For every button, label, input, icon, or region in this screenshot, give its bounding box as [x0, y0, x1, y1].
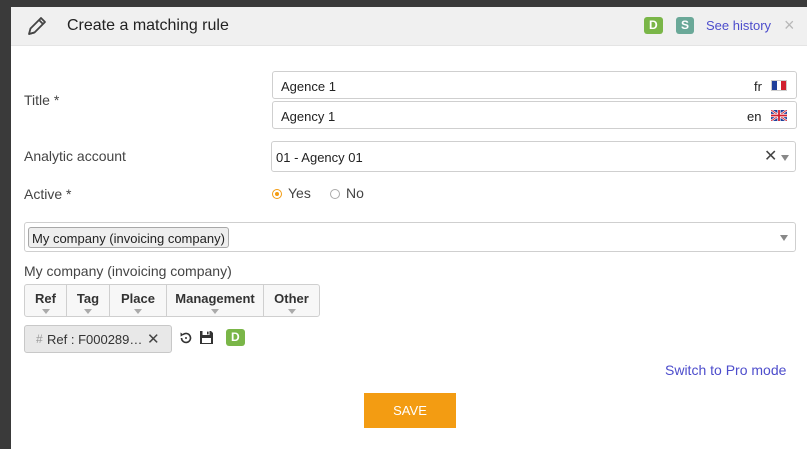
- remove-icon[interactable]: ✕: [147, 330, 160, 348]
- clear-icon[interactable]: ✕: [764, 149, 777, 165]
- chevron-down-icon: [41, 309, 50, 314]
- active-no-label[interactable]: No: [346, 185, 364, 201]
- ref-button-label: Ref: [35, 291, 56, 306]
- chevron-down-icon: [211, 309, 219, 314]
- switch-pro-mode-link[interactable]: Switch to Pro mode: [665, 362, 786, 378]
- title-label: Title *: [24, 92, 60, 108]
- reset-icon[interactable]: [178, 330, 194, 346]
- see-history-link[interactable]: See history: [706, 18, 771, 33]
- dialog-title: Create a matching rule: [67, 17, 229, 34]
- close-icon[interactable]: ×: [784, 16, 795, 34]
- tag-button-label: Tag: [76, 291, 100, 306]
- management-button[interactable]: Management: [167, 285, 264, 316]
- place-button-label: Place: [121, 291, 155, 306]
- chevron-down-icon: [287, 309, 296, 314]
- active-no-radio[interactable]: [330, 189, 340, 199]
- ref-filter-chip[interactable]: # Ref : F000289… ✕: [24, 325, 172, 353]
- title-fr-value: Agence 1: [281, 79, 336, 94]
- analytic-account-select[interactable]: 01 - Agency 01 ✕: [271, 141, 796, 172]
- active-yes-radio[interactable]: [272, 189, 282, 199]
- matching-rule-dialog: Create a matching rule D S See history ×…: [11, 7, 807, 449]
- other-button-label: Other: [274, 291, 309, 306]
- chevron-down-icon[interactable]: [781, 155, 789, 161]
- ref-filter-text: Ref : F000289…: [47, 332, 143, 347]
- other-button[interactable]: Other: [264, 285, 319, 316]
- active-yes-label[interactable]: Yes: [288, 185, 311, 201]
- tag-button[interactable]: Tag: [67, 285, 110, 316]
- title-en-value: Agency 1: [281, 109, 336, 124]
- chevron-down-icon[interactable]: [780, 235, 788, 241]
- draft-badge[interactable]: D: [644, 17, 663, 34]
- hash-icon: #: [36, 332, 43, 346]
- lang-en-label: en: [747, 109, 762, 124]
- company-section-label: My company (invoicing company): [24, 263, 232, 279]
- french-flag-icon: [771, 80, 787, 91]
- analytic-account-value: 01 - Agency 01: [276, 150, 363, 165]
- company-tag[interactable]: My company (invoicing company): [28, 227, 229, 248]
- chevron-down-icon: [84, 309, 92, 314]
- pencil-icon: [28, 17, 46, 35]
- place-button[interactable]: Place: [110, 285, 167, 316]
- active-label: Active *: [24, 186, 72, 202]
- title-fr-input[interactable]: Agence 1 fr: [272, 71, 797, 99]
- status-badge[interactable]: S: [676, 17, 695, 34]
- ref-button[interactable]: Ref: [25, 285, 67, 316]
- analytic-account-label: Analytic account: [24, 148, 126, 164]
- title-en-input[interactable]: Agency 1 en: [272, 101, 797, 129]
- uk-flag-icon: [771, 110, 787, 121]
- criteria-button-group: Ref Tag Place Management Other: [24, 284, 320, 317]
- draft-badge[interactable]: D: [226, 329, 245, 346]
- lang-fr-label: fr: [754, 79, 762, 94]
- chevron-down-icon: [134, 309, 142, 314]
- save-icon[interactable]: [199, 330, 214, 345]
- management-button-label: Management: [175, 291, 255, 306]
- save-button[interactable]: SAVE: [364, 393, 456, 428]
- company-multiselect[interactable]: My company (invoicing company): [24, 222, 796, 252]
- dialog-header: Create a matching rule D S See history ×: [11, 7, 807, 46]
